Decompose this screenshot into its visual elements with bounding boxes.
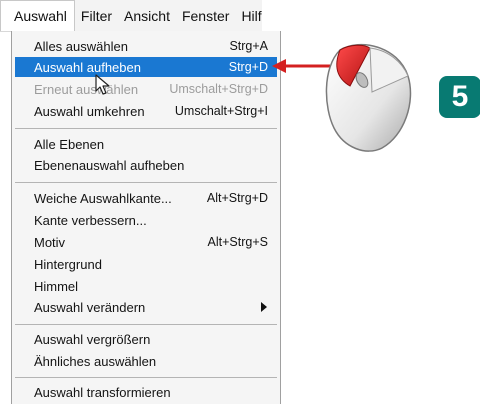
menu-item-aehnliches-auswaehlen[interactable]: Ähnliches auswählen xyxy=(15,351,277,371)
computer-mouse-icon xyxy=(325,43,412,152)
menu-item-label: Weiche Auswahlkante... xyxy=(34,190,172,206)
menu-item-shortcut: Alt+Strg+S xyxy=(207,235,268,249)
menu-hilfe[interactable]: Hilfe xyxy=(235,8,262,24)
menu-item-ebenenauswahl-aufheben[interactable]: Ebenenauswahl aufheben xyxy=(15,155,277,175)
menu-item-shortcut: Umschalt+Strg+I xyxy=(174,104,268,118)
menu-item-auswahl-transformieren[interactable]: Auswahl transformieren xyxy=(15,382,277,402)
menu-item-himmel[interactable]: Himmel xyxy=(15,276,277,296)
auswahl-dropdown-menu: Alles auswählen Strg+A Auswahl aufheben … xyxy=(11,31,281,404)
menu-item-shortcut: Strg+A xyxy=(229,39,268,53)
menu-item-alles-auswaehlen[interactable]: Alles auswählen Strg+A xyxy=(15,36,277,56)
menu-item-auswahl-umkehren[interactable]: Auswahl umkehren Umschalt+Strg+I xyxy=(15,101,277,121)
menu-item-alle-ebenen[interactable]: Alle Ebenen xyxy=(15,134,277,154)
menu-item-label: Ebenenauswahl aufheben xyxy=(34,157,185,173)
menu-item-auswahl-veraendern[interactable]: Auswahl verändern xyxy=(15,297,277,317)
menu-separator xyxy=(15,182,277,183)
mouse-pointer-icon xyxy=(95,74,110,95)
menu-item-label: Ähnliches auswählen xyxy=(34,353,157,369)
menu-fenster[interactable]: Fenster xyxy=(176,8,235,24)
step-number-badge: 5 xyxy=(439,76,480,118)
menu-item-label: Auswahl aufheben xyxy=(34,59,141,75)
menu-item-label: Auswahl vergrößern xyxy=(34,331,151,347)
menu-item-kante-verbessern[interactable]: Kante verbessern... xyxy=(15,210,277,230)
menu-separator xyxy=(15,377,277,378)
menu-separator xyxy=(15,128,277,129)
menu-bar: Auswahl Filter Ansicht Fenster Hilfe xyxy=(0,0,262,32)
menu-item-label: Auswahl umkehren xyxy=(34,103,145,119)
menu-item-label: Auswahl verändern xyxy=(34,299,146,315)
menu-item-auswahl-vergroessern[interactable]: Auswahl vergrößern xyxy=(15,329,277,349)
menu-item-label: Motiv xyxy=(34,234,66,250)
menu-item-weiche-auswahlkante[interactable]: Weiche Auswahlkante... Alt+Strg+D xyxy=(15,188,277,208)
menu-item-label: Alles auswählen xyxy=(34,38,128,54)
menu-item-shortcut: Alt+Strg+D xyxy=(206,191,268,205)
menu-auswahl[interactable]: Auswahl xyxy=(0,0,75,31)
menu-item-erneut-auswaehlen: Erneut auswählen Umschalt+Strg+D xyxy=(15,79,277,99)
menu-filter[interactable]: Filter xyxy=(75,8,118,24)
menu-item-auswahl-aufheben[interactable]: Auswahl aufheben Strg+D xyxy=(15,57,277,77)
menu-separator xyxy=(15,324,277,325)
menu-item-label: Hintergrund xyxy=(34,256,102,272)
menu-item-motiv[interactable]: Motiv Alt+Strg+S xyxy=(15,232,277,252)
menu-item-label: Kante verbessern... xyxy=(34,212,147,228)
menu-item-label: Himmel xyxy=(34,278,79,294)
menu-ansicht[interactable]: Ansicht xyxy=(118,8,176,24)
menu-item-label: Auswahl transformieren xyxy=(34,384,171,400)
menu-item-shortcut: Umschalt+Strg+D xyxy=(169,82,268,96)
submenu-arrow-icon xyxy=(261,302,267,312)
menu-item-label: Alle Ebenen xyxy=(34,136,105,152)
menu-item-hintergrund[interactable]: Hintergrund xyxy=(15,254,277,274)
